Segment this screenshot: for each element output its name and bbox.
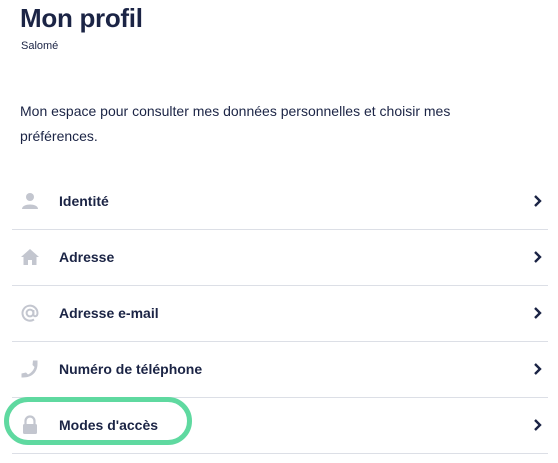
menu-item-identity[interactable]: Identité [12, 174, 548, 230]
chevron-right-icon [532, 304, 544, 322]
phone-icon [20, 359, 40, 379]
intro-text: Mon espace pour consulter mes données pe… [20, 103, 451, 144]
profile-menu: Identité Adresse Adresse e-mail Numéro d… [12, 174, 548, 454]
chevron-right-icon [532, 416, 544, 434]
menu-item-access-modes[interactable]: Modes d'accès [12, 398, 548, 454]
menu-item-phone[interactable]: Numéro de téléphone [12, 342, 548, 398]
chevron-right-icon [532, 360, 544, 378]
user-name: Salomé [21, 40, 59, 52]
person-icon [20, 191, 40, 211]
page-title: Mon profil [20, 3, 143, 33]
menu-item-address[interactable]: Adresse [12, 230, 548, 286]
menu-item-email[interactable]: Adresse e-mail [12, 286, 548, 342]
chevron-right-icon [532, 248, 544, 266]
at-icon [20, 303, 40, 323]
menu-item-label: Identité [59, 193, 109, 209]
menu-item-label: Adresse e-mail [59, 305, 159, 321]
lock-icon [20, 415, 40, 435]
menu-item-label: Numéro de téléphone [59, 361, 203, 377]
menu-item-label: Modes d'accès [59, 417, 159, 433]
home-icon [20, 247, 40, 267]
menu-item-label: Adresse [59, 249, 115, 265]
chevron-right-icon [532, 192, 544, 210]
